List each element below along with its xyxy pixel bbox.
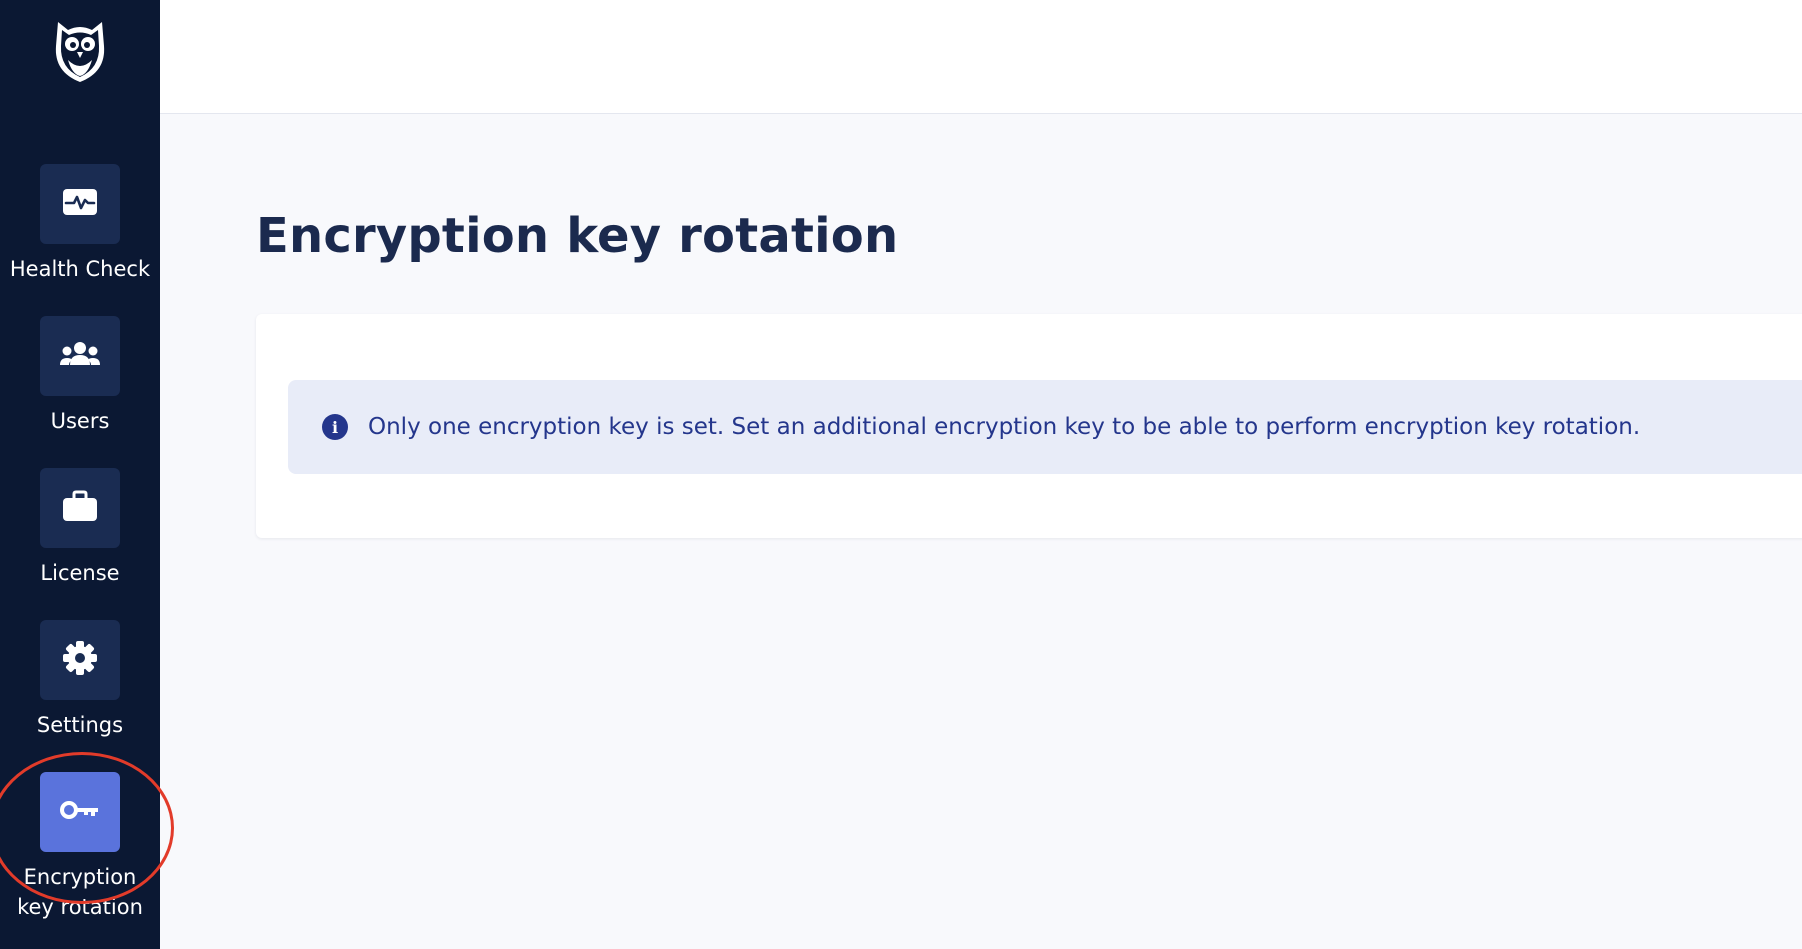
gear-icon	[62, 640, 98, 680]
content-card: i Only one encryption key is set. Set an…	[256, 314, 1802, 538]
users-icon	[59, 341, 101, 371]
page-title: Encryption key rotation	[256, 208, 899, 264]
key-icon	[60, 799, 100, 825]
alert-message: Only one encryption key is set. Set an a…	[368, 414, 1641, 440]
info-alert: i Only one encryption key is set. Set an…	[288, 380, 1802, 474]
briefcase-icon	[62, 490, 98, 526]
sidebar-item-encryption-key-rotation[interactable]: Encryption key rotation	[0, 772, 160, 922]
sidebar-item-label: License	[40, 561, 120, 585]
owl-logo-icon[interactable]	[50, 16, 110, 86]
sidebar-item-label: Encryption key rotation	[17, 865, 143, 919]
top-bar	[160, 0, 1802, 114]
sidebar-item-label: Users	[50, 409, 110, 433]
sidebar-item-users[interactable]: Users	[0, 316, 160, 436]
sidebar-item-label: Settings	[36, 713, 124, 737]
heart-pulse-icon	[62, 188, 98, 220]
nav-tile[interactable]	[40, 620, 120, 700]
sidebar-item-health-check[interactable]: Health Check	[0, 164, 160, 284]
nav-tile[interactable]	[40, 164, 120, 244]
sidebar-item-label: Health Check	[9, 257, 151, 281]
nav-tile[interactable]	[40, 772, 120, 852]
sidebar: Health Check Users License Settings Encr…	[0, 0, 174, 949]
app-window: Health Check Users License Settings Encr…	[0, 0, 1802, 949]
nav-tile[interactable]	[40, 316, 120, 396]
sidebar-item-settings[interactable]: Settings	[0, 620, 160, 740]
sidebar-item-license[interactable]: License	[0, 468, 160, 588]
nav-tile[interactable]	[40, 468, 120, 548]
info-icon: i	[322, 414, 348, 440]
